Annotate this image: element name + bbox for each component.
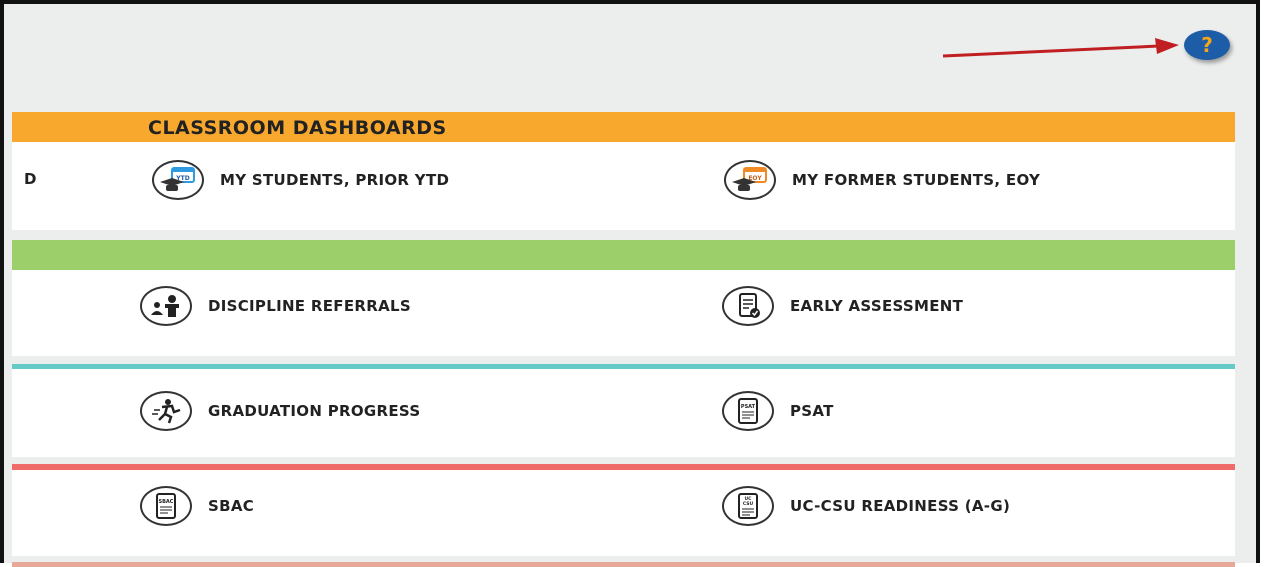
psat-link[interactable]: PSAT PSAT bbox=[722, 391, 834, 431]
sbac-link[interactable]: SBAC SBAC bbox=[140, 486, 254, 526]
psat-document-icon: PSAT bbox=[722, 391, 774, 431]
early-assessment-link[interactable]: EARLY ASSESSMENT bbox=[722, 286, 963, 326]
discipline-icon bbox=[140, 286, 192, 326]
uc-csu-document-icon: UC CSU bbox=[722, 486, 774, 526]
item-label: UC-CSU READINESS (A-G) bbox=[790, 497, 1011, 515]
section-title: CLASSROOM DASHBOARDS bbox=[148, 117, 447, 139]
help-button[interactable]: ? bbox=[1184, 30, 1230, 60]
student-ytd-icon: YTD bbox=[152, 160, 204, 200]
section-panel-green: DISCIPLINE REFERRALS EARLY ASSESSMENT bbox=[12, 270, 1235, 356]
truncated-item-label: D bbox=[24, 170, 37, 188]
svg-text:SBAC: SBAC bbox=[159, 499, 174, 505]
running-graduate-icon bbox=[140, 391, 192, 431]
sbac-document-icon: SBAC bbox=[140, 486, 192, 526]
checklist-icon bbox=[722, 286, 774, 326]
section-panel-classroom: D YTD MY STUDENTS, PRIOR YTD EOY MY FORM… bbox=[12, 142, 1235, 230]
app-frame: ? CLASSROOM DASHBOARDS D YTD MY STUDENTS… bbox=[0, 0, 1260, 567]
item-label: MY STUDENTS, PRIOR YTD bbox=[220, 171, 450, 189]
item-label: DISCIPLINE REFERRALS bbox=[208, 297, 411, 315]
svg-text:PSAT: PSAT bbox=[741, 404, 756, 410]
graduation-progress-link[interactable]: GRADUATION PROGRESS bbox=[140, 391, 420, 431]
item-label: GRADUATION PROGRESS bbox=[208, 402, 421, 420]
uc-csu-readiness-link[interactable]: UC CSU UC-CSU READINESS (A-G) bbox=[722, 486, 1010, 526]
my-former-students-eoy-link[interactable]: EOY MY FORMER STUDENTS, EOY bbox=[724, 160, 1040, 200]
item-label: SBAC bbox=[208, 497, 255, 515]
section-header-classroom-dashboards: CLASSROOM DASHBOARDS bbox=[12, 112, 1235, 142]
my-students-prior-ytd-link[interactable]: YTD MY STUDENTS, PRIOR YTD bbox=[152, 160, 449, 200]
section-panel-teal: GRADUATION PROGRESS PSAT PSAT bbox=[12, 369, 1235, 457]
svg-text:CSU: CSU bbox=[743, 501, 754, 507]
item-label: MY FORMER STUDENTS, EOY bbox=[792, 171, 1041, 189]
item-label: PSAT bbox=[790, 402, 834, 420]
item-label: EARLY ASSESSMENT bbox=[790, 297, 964, 315]
section-panel-red: SBAC SBAC UC CSU UC-CSU READINESS (A-G) bbox=[12, 470, 1235, 556]
section-header-green bbox=[12, 240, 1235, 270]
discipline-referrals-link[interactable]: DISCIPLINE REFERRALS bbox=[140, 286, 411, 326]
student-eoy-icon: EOY bbox=[724, 160, 776, 200]
annotation-arrow bbox=[942, 38, 1179, 58]
